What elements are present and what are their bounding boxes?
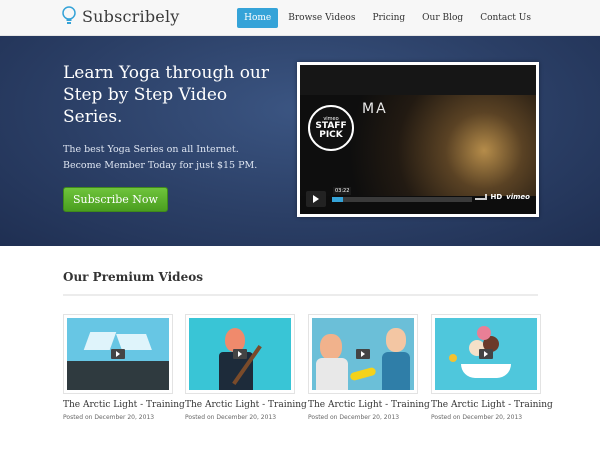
scoop-shape-3	[477, 326, 491, 340]
video-card-title[interactable]: The Arctic Light - Training	[63, 400, 185, 410]
nav-pricing[interactable]: Pricing	[365, 8, 412, 28]
play-icon	[238, 351, 242, 357]
thumbnail-art-couple	[312, 318, 414, 390]
video-thumbnail[interactable]	[308, 314, 418, 394]
woman-dress-shape	[382, 352, 410, 390]
nav-home[interactable]: Home	[237, 8, 279, 28]
man-shirt-shape	[316, 358, 348, 390]
play-icon	[484, 351, 488, 357]
video-play-button[interactable]	[306, 191, 326, 207]
hand-object-shape	[349, 366, 377, 382]
section-divider	[63, 294, 538, 296]
main-nav: Home Browse Videos Pricing Our Blog Cont…	[234, 8, 538, 28]
logo[interactable]: Subscribely	[62, 6, 180, 26]
vimeo-brand-link[interactable]: vimeo	[506, 193, 530, 201]
lightbulb-icon	[62, 6, 76, 24]
woman-face-shape	[386, 328, 406, 352]
bowl-shape	[461, 364, 511, 378]
hero-title: Learn Yoga through our Step by Step Vide…	[63, 63, 270, 127]
video-card-date: Posted on December 20, 2013	[308, 414, 400, 421]
play-icon	[313, 195, 319, 203]
hero-subtitle-line-2: Become Member Today for just $15 PM.	[63, 160, 258, 171]
hero-banner: Learn Yoga through our Step by Step Vide…	[0, 36, 600, 246]
thumbnail-play-button[interactable]	[479, 349, 493, 359]
thumbnail-play-button[interactable]	[233, 349, 247, 359]
video-player[interactable]: vimeo STAFF PICK MA 03:22 HD vimeo	[297, 62, 539, 217]
premium-videos-heading: Our Premium Videos	[63, 270, 203, 284]
video-card-title[interactable]: The Arctic Light - Training	[308, 400, 430, 410]
staff-pick-badge: vimeo STAFF PICK	[308, 105, 354, 151]
video-card-title[interactable]: The Arctic Light - Training	[431, 400, 553, 410]
video-card-date: Posted on December 20, 2013	[431, 414, 523, 421]
nav-browse-videos[interactable]: Browse Videos	[281, 8, 362, 28]
video-card[interactable]: The Arctic Light - Training Posted on De…	[63, 314, 185, 421]
nav-our-blog[interactable]: Our Blog	[415, 8, 470, 28]
sprinkle-shape	[449, 354, 457, 362]
ice-shape-right	[116, 334, 152, 350]
staff-pick-badge-main: STAFF PICK	[315, 121, 347, 140]
video-card[interactable]: The Arctic Light - Training Posted on De…	[185, 314, 307, 421]
site-header: Subscribely Home Browse Videos Pricing O…	[0, 0, 600, 36]
video-card-date: Posted on December 20, 2013	[185, 414, 277, 421]
video-progress-bar[interactable]	[332, 197, 472, 202]
logo-text: Subscribely	[82, 6, 180, 26]
thumbnail-art-guitarist	[189, 318, 291, 390]
video-controls: HD vimeo	[474, 193, 530, 201]
thumbnail-play-button[interactable]	[356, 349, 370, 359]
nav-contact-us[interactable]: Contact Us	[473, 8, 538, 28]
hero-subtitle-line-1: The best Yoga Series on all Internet.	[63, 144, 239, 155]
hero-subtitle: The best Yoga Series on all Internet. Be…	[63, 142, 283, 174]
hd-toggle[interactable]: HD	[491, 193, 503, 201]
video-thumbnail[interactable]	[431, 314, 541, 394]
video-viewport[interactable]: vimeo STAFF PICK MA 03:22 HD vimeo	[300, 65, 536, 214]
play-icon	[116, 351, 120, 357]
video-card-date: Posted on December 20, 2013	[63, 414, 155, 421]
video-overlay-text: MA	[362, 101, 388, 117]
volume-icon[interactable]	[474, 194, 487, 200]
video-thumbnail[interactable]	[185, 314, 295, 394]
video-card-title[interactable]: The Arctic Light - Training	[185, 400, 307, 410]
thumbnail-art-building	[67, 318, 169, 390]
video-card[interactable]: The Arctic Light - Training Posted on De…	[431, 314, 553, 421]
subscribe-now-button[interactable]: Subscribe Now	[63, 187, 168, 212]
video-thumbnail[interactable]	[63, 314, 173, 394]
thumbnail-art-icecream	[435, 318, 537, 390]
man-face-shape	[320, 334, 342, 360]
thumbnail-play-button[interactable]	[111, 349, 125, 359]
video-card[interactable]: The Arctic Light - Training Posted on De…	[308, 314, 430, 421]
ice-shape-left	[83, 332, 117, 350]
play-icon	[361, 351, 365, 357]
video-timestamp: 03:22	[333, 187, 352, 195]
video-letterbox-top	[300, 65, 536, 95]
video-progress-fill	[332, 197, 344, 202]
building-shape	[67, 361, 169, 390]
